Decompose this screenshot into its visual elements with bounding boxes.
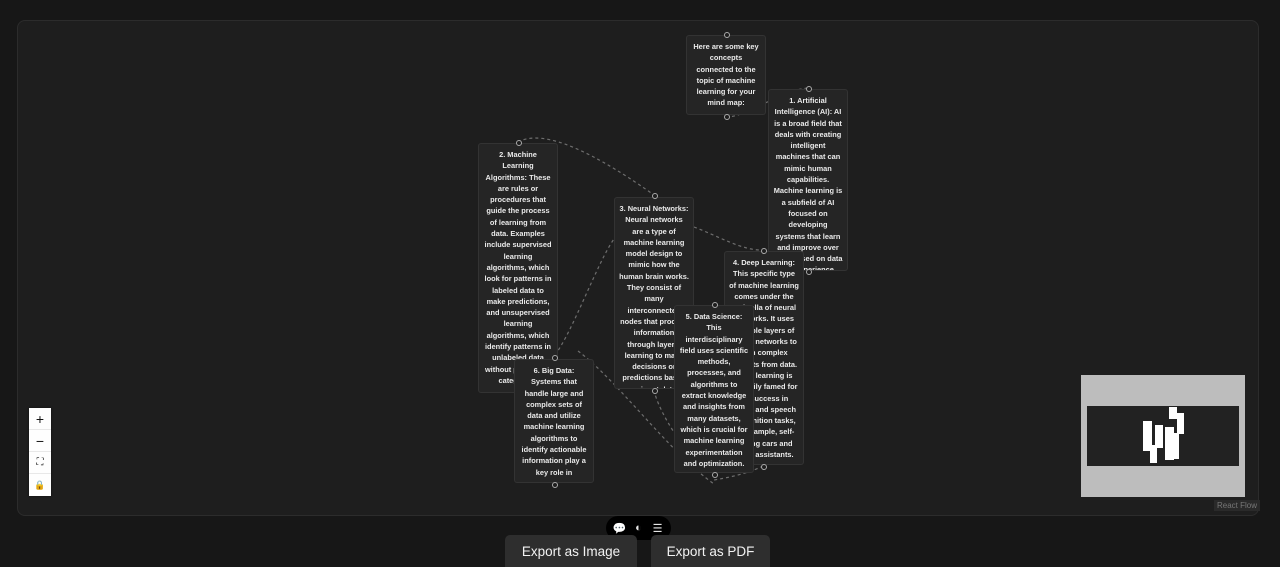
react-flow-attribution[interactable]: React Flow <box>1214 500 1261 511</box>
settings-icon[interactable]: ☰ <box>651 522 665 535</box>
node-machine-learning-algorithms[interactable]: 2. Machine Learning Algorithms: These ar… <box>478 143 558 393</box>
fit-view-icon[interactable]: ⛶ <box>29 452 51 474</box>
node-handle[interactable] <box>724 32 730 38</box>
node-intro-label: Here are some key concepts connected to … <box>693 42 759 108</box>
zoom-out-button[interactable]: − <box>29 430 51 452</box>
node-handle[interactable] <box>712 472 718 478</box>
node-ds-label: 5. Data Science: This interdisciplinary … <box>679 312 749 468</box>
flow-controls: + − ⛶ 🔒 <box>29 408 51 496</box>
edge-n2-n6 <box>554 238 615 356</box>
export-image-button[interactable]: Export as Image <box>505 535 637 567</box>
toggle-icon[interactable]: ◐ <box>632 522 646 534</box>
node-handle[interactable] <box>806 86 812 92</box>
node-handle[interactable] <box>724 114 730 120</box>
minimap-node <box>1150 445 1157 463</box>
lock-icon[interactable]: 🔒 <box>29 474 51 496</box>
node-handle[interactable] <box>516 140 522 146</box>
node-ai-label: 1. Artificial Intelligence (AI): AI is a… <box>773 96 843 271</box>
chat-icon[interactable]: 💬 <box>613 522 627 535</box>
node-handle[interactable] <box>652 193 658 199</box>
node-handle[interactable] <box>712 302 718 308</box>
node-handle[interactable] <box>806 269 812 275</box>
node-handle[interactable] <box>761 248 767 254</box>
export-pdf-button[interactable]: Export as PDF <box>651 535 770 567</box>
node-artificial-intelligence[interactable]: 1. Artificial Intelligence (AI): AI is a… <box>768 89 848 271</box>
flow-canvas[interactable]: Here are some key concepts connected to … <box>17 20 1259 516</box>
node-intro[interactable]: Here are some key concepts connected to … <box>686 35 766 115</box>
node-bd-label: 6. Big Data: Systems that handle large a… <box>521 366 587 477</box>
node-handle[interactable] <box>761 464 767 470</box>
minimap-node <box>1169 407 1177 419</box>
minimap[interactable] <box>1081 375 1245 497</box>
node-mla-label: 2. Machine Learning Algorithms: These ar… <box>484 150 552 385</box>
minimap-node <box>1171 433 1179 459</box>
zoom-in-button[interactable]: + <box>29 408 51 430</box>
node-data-science[interactable]: 5. Data Science: This interdisciplinary … <box>674 305 754 473</box>
node-big-data[interactable]: 6. Big Data: Systems that handle large a… <box>514 359 594 483</box>
node-handle[interactable] <box>552 482 558 488</box>
edge-n3-n4 <box>693 226 764 251</box>
minimap-viewport <box>1087 406 1239 466</box>
node-handle[interactable] <box>552 355 558 361</box>
node-handle[interactable] <box>652 388 658 394</box>
minimap-node <box>1177 413 1184 434</box>
